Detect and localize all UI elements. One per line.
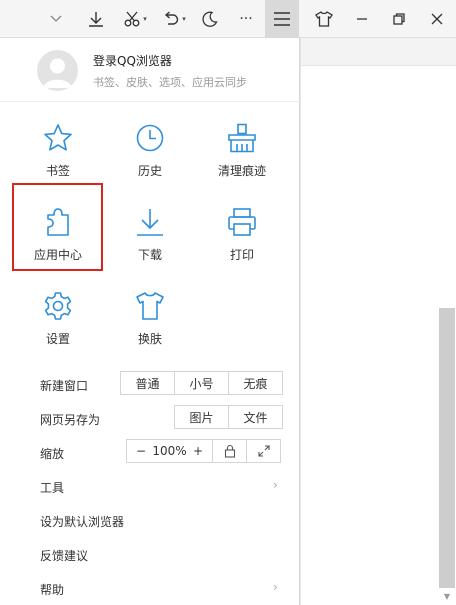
zoom-controls: − 100% +	[126, 439, 281, 463]
more-button[interactable]: ···	[234, 0, 258, 38]
chevron-down-icon	[50, 15, 62, 22]
new-window-label: 新建窗口	[40, 379, 89, 393]
download-icon	[137, 209, 163, 236]
moon-icon	[202, 11, 218, 27]
star-icon	[44, 124, 72, 151]
menu-item-set-default-browser[interactable]: 设为默认浏览器	[0, 506, 300, 536]
page-area-header	[301, 38, 456, 66]
menu-item-label: 设为默认浏览器	[40, 515, 125, 529]
menu-item-tools[interactable]: 工具 ›	[0, 472, 300, 502]
zoom-in-button[interactable]: +	[193, 444, 203, 458]
menu-item-help[interactable]: 帮助 ›	[0, 574, 300, 604]
menu-item-settings[interactable]: 设置	[13, 290, 103, 370]
printer-icon	[228, 208, 256, 236]
avatar[interactable]	[37, 50, 78, 91]
menu-item-label: 设置	[45, 332, 70, 346]
undo-close-button[interactable]: ▾	[157, 0, 191, 38]
tshirt-icon	[136, 292, 164, 320]
menu-item-label: 帮助	[40, 583, 65, 597]
menu-item-label: 换肤	[137, 332, 162, 346]
close-icon	[431, 13, 443, 25]
expand-icon	[257, 445, 270, 457]
night-mode-button[interactable]	[198, 0, 222, 38]
page-area	[300, 38, 456, 605]
main-menu-button[interactable]	[265, 0, 299, 38]
restore-icon	[393, 13, 405, 25]
fullscreen-button[interactable]	[247, 440, 280, 462]
main-menu-panel: 登录QQ浏览器 书签、皮肤、选项、应用云同步 书签 历史 清理痕迹 应用中心 下…	[0, 38, 300, 605]
login-subtitle: 书签、皮肤、选项、应用云同步	[93, 76, 247, 89]
undo-caret: ▾	[182, 15, 186, 23]
new-window-incognito-button[interactable]: 无痕	[229, 372, 282, 394]
menu-item-feedback[interactable]: 反馈建议	[0, 540, 300, 570]
login-section[interactable]: 登录QQ浏览器 书签、皮肤、选项、应用云同步	[0, 38, 300, 102]
menu-item-clear-traces[interactable]: 清理痕迹	[197, 122, 287, 202]
save-as-file-button[interactable]: 文件	[229, 406, 282, 428]
zoom-label: 缩放	[40, 447, 65, 461]
chevron-right-icon: ›	[273, 580, 278, 594]
lock-icon	[224, 444, 235, 458]
menu-item-history[interactable]: 历史	[105, 122, 195, 202]
save-page-as-options: 图片 文件	[174, 405, 283, 429]
scissors-icon	[124, 11, 140, 27]
minimize-icon	[357, 18, 367, 20]
zoom-stepper: − 100% +	[127, 440, 213, 462]
toolbar: ▾ ▾ ···	[0, 0, 456, 38]
save-as-image-button[interactable]: 图片	[175, 406, 229, 428]
login-title[interactable]: 登录QQ浏览器	[93, 52, 172, 69]
new-window-options: 普通 小号 无痕	[120, 371, 283, 395]
screenshot-button[interactable]: ▾	[117, 0, 153, 38]
undo-icon	[165, 11, 179, 25]
close-button[interactable]	[423, 0, 451, 38]
broom-icon	[228, 123, 256, 153]
cut-caret: ▾	[143, 15, 147, 23]
menu-item-print[interactable]: 打印	[197, 206, 287, 286]
menu-item-download[interactable]: 下载	[105, 206, 195, 286]
menu-item-label: 打印	[229, 248, 254, 262]
menu-item-label: 清理痕迹	[217, 164, 266, 178]
menu-item-label: 工具	[40, 481, 65, 495]
address-dropdown-button[interactable]	[44, 0, 68, 38]
restore-button[interactable]	[385, 0, 413, 38]
gear-icon	[44, 292, 72, 320]
clock-icon	[136, 124, 164, 152]
menu-item-label: 书签	[45, 164, 70, 178]
chevron-right-icon: ›	[273, 478, 278, 492]
download-icon	[89, 12, 103, 27]
user-avatar-icon	[43, 58, 72, 88]
menu-icon	[274, 12, 290, 26]
menu-item-label: 下载	[137, 248, 162, 262]
skin-button[interactable]	[310, 0, 338, 38]
menu-item-skin[interactable]: 换肤	[105, 290, 195, 370]
download-toolbar-button[interactable]	[84, 0, 108, 38]
zoom-lock-button[interactable]	[213, 440, 247, 462]
menu-item-label: 反馈建议	[40, 549, 89, 563]
zoom-out-button[interactable]: −	[136, 444, 146, 458]
zoom-level: 100%	[152, 444, 187, 458]
save-page-as-label: 网页另存为	[40, 413, 101, 427]
tshirt-icon	[315, 11, 333, 27]
new-window-normal-button[interactable]: 普通	[121, 372, 175, 394]
scroll-down-arrow-icon[interactable]: ▼	[441, 592, 453, 602]
browser-window: ▾ ▾ ··· ▼ 登录QQ浏览器 书签、皮肤、选项、应用云同步 书签 历史 清…	[0, 0, 456, 605]
menu-item-label: 历史	[137, 164, 162, 178]
app-center-highlight	[12, 183, 103, 271]
scrollbar-thumb[interactable]	[439, 308, 455, 588]
minimize-button[interactable]	[348, 0, 376, 38]
new-window-small-button[interactable]: 小号	[175, 372, 229, 394]
